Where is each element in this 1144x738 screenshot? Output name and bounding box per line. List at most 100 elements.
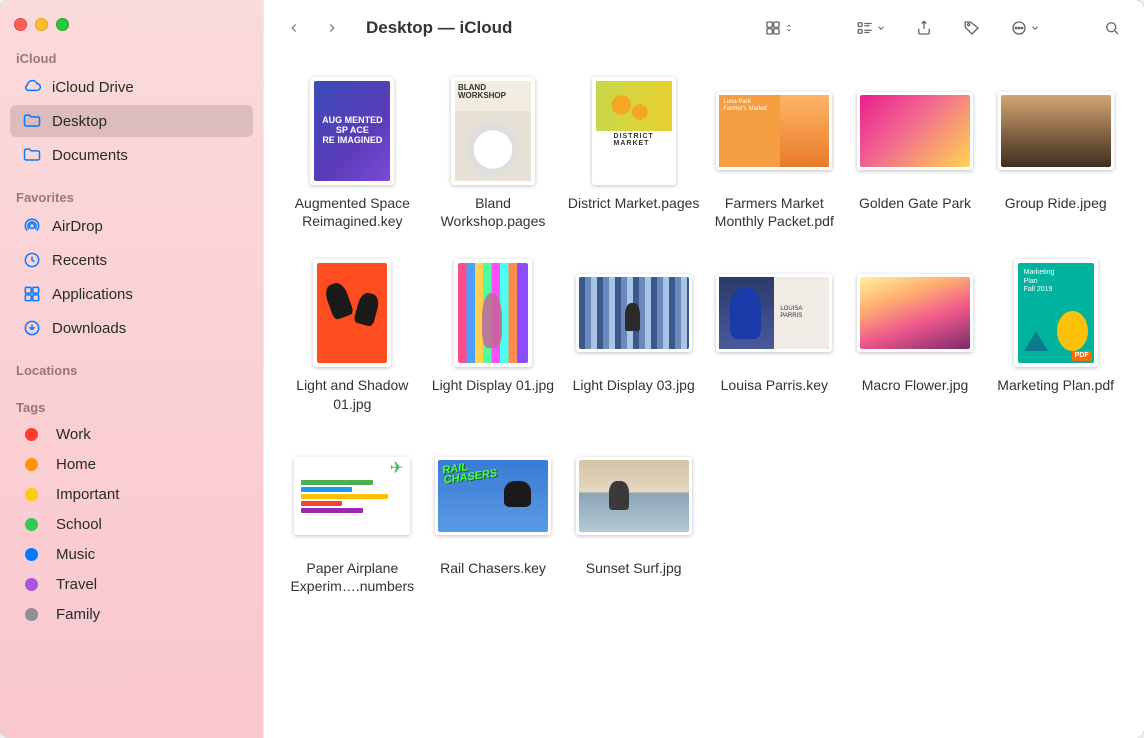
sidebar-item-tag-music[interactable]: Music <box>10 540 253 569</box>
file-item[interactable]: Light Display 01.jpg <box>423 258 564 412</box>
sidebar-item-tag-family[interactable]: Family <box>10 600 253 629</box>
sidebar-item-label: iCloud Drive <box>52 79 134 96</box>
file-item[interactable]: Golden Gate Park <box>845 76 986 230</box>
sidebar-item-label: Desktop <box>52 113 107 130</box>
tag-color-dot <box>25 608 38 621</box>
file-item[interactable]: LOUISAPARRISLouisa Parris.key <box>704 258 845 412</box>
sidebar-item-label: Music <box>56 546 95 563</box>
sidebar-item-tag-important[interactable]: Important <box>10 480 253 509</box>
file-label: Paper Airplane Experim….numbers <box>282 559 422 595</box>
folder-icon <box>22 145 42 165</box>
clock-icon <box>22 250 42 270</box>
sidebar-item-label: Home <box>56 456 96 473</box>
file-label: Farmers Market Monthly Packet.pdf <box>704 194 844 230</box>
download-icon <box>22 318 42 338</box>
folder-icon <box>22 111 42 131</box>
sidebar-item-label: Applications <box>52 286 133 303</box>
sidebar-item-tag-home[interactable]: Home <box>10 450 253 479</box>
minimize-button[interactable] <box>35 18 48 31</box>
sidebar: iCloud iCloud Drive Desktop Documents Fa… <box>0 0 263 738</box>
group-by-button[interactable] <box>850 14 892 42</box>
section-header-locations: Locations <box>0 357 263 382</box>
back-button[interactable] <box>280 14 308 42</box>
file-thumbnail <box>570 258 698 368</box>
file-label: Macro Flower.jpg <box>862 376 969 394</box>
file-thumbnail <box>570 441 698 551</box>
file-label: Group Ride.jpeg <box>1005 194 1107 212</box>
file-label: Bland Workshop.pages <box>423 194 563 230</box>
sidebar-item-airdrop[interactable]: AirDrop <box>10 210 253 242</box>
sidebar-item-tag-school[interactable]: School <box>10 510 253 539</box>
file-item[interactable]: ✈ Paper Airplane Experim….numbers <box>282 441 423 595</box>
file-thumbnail <box>992 76 1120 186</box>
sidebar-item-tag-travel[interactable]: Travel <box>10 570 253 599</box>
sidebar-item-tag-work[interactable]: Work <box>10 420 253 449</box>
file-item[interactable]: Luna ParkFarmer's Market Farmers Market M… <box>704 76 845 230</box>
file-label: District Market.pages <box>568 194 699 212</box>
sidebar-item-label: Family <box>56 606 100 623</box>
forward-button[interactable] <box>318 14 346 42</box>
file-item[interactable]: BLANDWORKSHOP Bland Workshop.pages <box>423 76 564 230</box>
file-label: Light Display 03.jpg <box>573 376 695 394</box>
file-grid-area: AUG MENTEDSP ACERE IMAGINED Augmented Spa… <box>264 56 1144 738</box>
more-actions-button[interactable] <box>1004 14 1046 42</box>
search-button[interactable] <box>1096 14 1128 42</box>
file-thumbnail <box>851 258 979 368</box>
sidebar-item-downloads[interactable]: Downloads <box>10 312 253 344</box>
file-item[interactable]: Sunset Surf.jpg <box>563 441 704 595</box>
close-button[interactable] <box>14 18 27 31</box>
file-item[interactable]: AUG MENTEDSP ACERE IMAGINED Augmented Spa… <box>282 76 423 230</box>
file-thumbnail: ✈ <box>288 441 416 551</box>
file-thumbnail <box>851 76 979 186</box>
window-controls <box>0 10 263 45</box>
file-label: Louisa Parris.key <box>721 376 828 394</box>
sidebar-item-desktop[interactable]: Desktop <box>10 105 253 137</box>
file-item[interactable]: Light and Shadow 01.jpg <box>282 258 423 412</box>
sidebar-item-documents[interactable]: Documents <box>10 139 253 171</box>
tag-color-dot <box>25 548 38 561</box>
file-label: Rail Chasers.key <box>440 559 546 577</box>
share-button[interactable] <box>908 14 940 42</box>
file-item[interactable]: Macro Flower.jpg <box>845 258 986 412</box>
sidebar-item-label: Documents <box>52 147 128 164</box>
file-label: Light Display 01.jpg <box>432 376 554 394</box>
file-item[interactable]: RAILCHASERS Rail Chasers.key <box>423 441 564 595</box>
section-header-tags: Tags <box>0 394 263 419</box>
sidebar-item-applications[interactable]: Applications <box>10 278 253 310</box>
sidebar-item-icloud-drive[interactable]: iCloud Drive <box>10 71 253 103</box>
finder-window: iCloud iCloud Drive Desktop Documents Fa… <box>0 0 1144 738</box>
view-as-icons-button[interactable] <box>758 14 800 42</box>
file-item[interactable]: DISTRICTMARKETDistrict Market.pages <box>563 76 704 230</box>
sidebar-item-recents[interactable]: Recents <box>10 244 253 276</box>
sidebar-item-label: School <box>56 516 102 533</box>
sidebar-item-label: AirDrop <box>52 218 103 235</box>
file-item[interactable]: Group Ride.jpeg <box>985 76 1126 230</box>
file-label: Sunset Surf.jpg <box>586 559 682 577</box>
tag-color-dot <box>25 518 38 531</box>
file-thumbnail: BLANDWORKSHOP <box>429 76 557 186</box>
section-header-icloud: iCloud <box>0 45 263 70</box>
sidebar-item-label: Work <box>56 426 91 443</box>
main-area: Desktop — iCloud <box>263 0 1144 738</box>
fullscreen-button[interactable] <box>56 18 69 31</box>
file-thumbnail: Luna ParkFarmer's Market <box>710 76 838 186</box>
window-title: Desktop — iCloud <box>366 18 512 38</box>
file-thumbnail: RAILCHASERS <box>429 441 557 551</box>
tag-color-dot <box>25 458 38 471</box>
file-label: Marketing Plan.pdf <box>997 376 1114 394</box>
tag-color-dot <box>25 578 38 591</box>
file-item[interactable]: MarketingPlanFall 2019PDF Marketing Plan.… <box>985 258 1126 412</box>
sidebar-item-label: Recents <box>52 252 107 269</box>
airdrop-icon <box>22 216 42 236</box>
tag-color-dot <box>25 428 38 441</box>
file-label: Golden Gate Park <box>859 194 971 212</box>
section-header-favorites: Favorites <box>0 184 263 209</box>
file-item[interactable]: Light Display 03.jpg <box>563 258 704 412</box>
file-label: Augmented Space Reimagined.key <box>282 194 422 230</box>
tag-color-dot <box>25 488 38 501</box>
tags-button[interactable] <box>956 14 988 42</box>
file-label: Light and Shadow 01.jpg <box>282 376 422 412</box>
file-thumbnail: MarketingPlanFall 2019PDF <box>992 258 1120 368</box>
file-thumbnail: AUG MENTEDSP ACERE IMAGINED <box>288 76 416 186</box>
sidebar-item-label: Travel <box>56 576 97 593</box>
